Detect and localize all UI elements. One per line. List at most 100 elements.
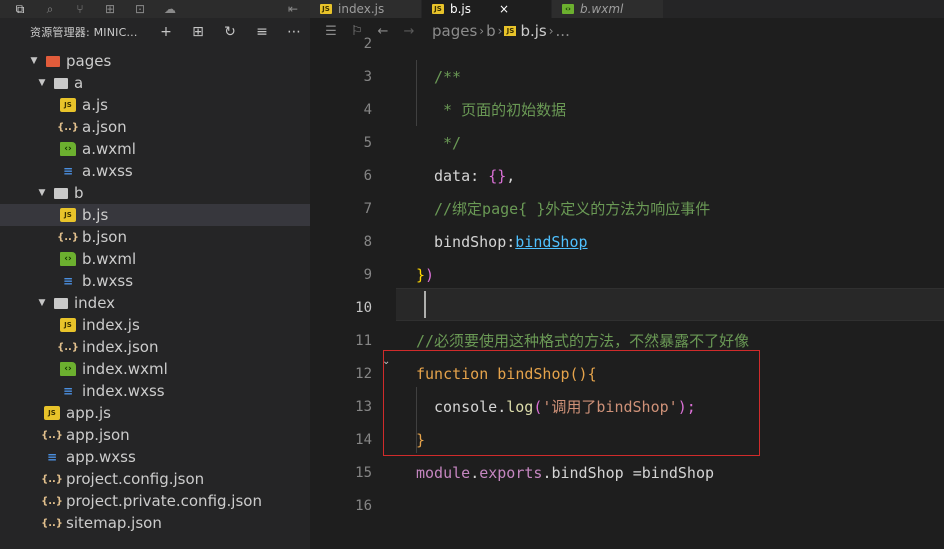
tab-label: index.js <box>338 2 385 16</box>
code-token: //必须要使用这种格式的方法，不然暴露不了好像 <box>416 332 750 350</box>
tree-item-label: index.json <box>82 338 159 356</box>
activity-bar: ⧉ ⌕ ⑂ ⊞ ⊡ ☁ ⇤ <box>0 0 310 18</box>
close-icon[interactable]: × <box>499 2 509 16</box>
code-line: //绑定page{ }外定义的方法为响应事件 <box>434 193 710 226</box>
json-file-icon: {..} <box>57 121 79 133</box>
collapse-icon[interactable]: ≡ <box>246 24 278 40</box>
search-icon[interactable]: ⌕ <box>40 0 60 18</box>
tree-item-app-wxss[interactable]: ≡ app.wxss <box>0 446 310 468</box>
tree-item-b-js[interactable]: JS b.js <box>0 204 310 226</box>
tree-item-a-wxml[interactable]: ‹› a.wxml <box>0 138 310 160</box>
code-line: data: {}, <box>434 160 515 193</box>
chevron-down-icon[interactable]: ▼ <box>36 188 48 198</box>
tree-item-label: a <box>74 74 84 92</box>
json-file-icon: {..} <box>41 495 63 507</box>
chevron-down-icon[interactable]: ▼ <box>28 56 40 66</box>
chevron-right-icon: › <box>548 24 554 38</box>
tree-item-a-wxss[interactable]: ≡ a.wxss <box>0 160 310 182</box>
wxss-file-icon: ≡ <box>62 274 74 288</box>
debug-icon[interactable]: ⊡ <box>130 0 150 18</box>
back-icon[interactable]: ← <box>370 24 396 39</box>
code-line: module.exports.bindShop =bindShop <box>416 457 714 490</box>
tree-item-b-json[interactable]: {..} b.json <box>0 226 310 248</box>
extensions-icon[interactable]: ⊞ <box>100 0 120 18</box>
tree-item-index[interactable]: ▼ index <box>0 292 310 314</box>
chevron-down-icon[interactable]: ▼ <box>36 298 48 308</box>
line-number: 7 <box>363 201 372 217</box>
line-number: 5 <box>363 135 372 151</box>
code-editor[interactable]: /** * 页面的初始数据 */ data: {}, //绑定page{ }外定义的… <box>310 36 944 549</box>
line-number: 15 <box>355 465 372 481</box>
breadcrumb-b[interactable]: b <box>486 22 496 40</box>
code-token: } <box>416 266 426 284</box>
tree-item-pages[interactable]: ▼ pages <box>0 50 310 72</box>
more-icon[interactable]: ⋯ <box>278 24 310 40</box>
tree-item-b[interactable]: ▼ b <box>0 182 310 204</box>
new-file-icon[interactable]: + <box>150 24 182 40</box>
tree-item-b-wxml[interactable]: ‹› b.wxml <box>0 248 310 270</box>
js-file-icon: JS <box>60 208 76 222</box>
tree-item-a-json[interactable]: {..} a.json <box>0 116 310 138</box>
code-token: , <box>506 167 516 185</box>
line-number: 8 <box>363 234 372 250</box>
code-token: bindShop <box>434 233 507 251</box>
tree-item-project-config-json[interactable]: {..} project.config.json <box>0 468 310 490</box>
forward-icon[interactable]: → <box>396 24 422 39</box>
line-number: 13 <box>355 399 372 415</box>
tab-b-wxml[interactable]: ‹› b.wxml <box>552 0 664 18</box>
chevron-right-icon: › <box>497 24 503 38</box>
tab-index-js[interactable]: JS index.js <box>310 0 422 18</box>
line-number: 9 <box>363 267 372 283</box>
breadcrumb: ☰ ⚐ ← → pages › b › JS b.js › ... <box>310 18 944 44</box>
tree-item-index-wxss[interactable]: ≡ index.wxss <box>0 380 310 402</box>
tree-item-label: project.private.config.json <box>66 492 262 510</box>
tree-item-b-wxss[interactable]: ≡ b.wxss <box>0 270 310 292</box>
code-token: /** <box>434 68 462 86</box>
tree-item-label: b.js <box>82 206 109 224</box>
source-control-icon[interactable]: ⑂ <box>70 0 90 18</box>
wxml-file-icon: ‹› <box>60 142 76 156</box>
tree-item-index-json[interactable]: {..} index.json <box>0 336 310 358</box>
new-folder-icon[interactable]: ⊞ <box>182 24 214 40</box>
files-icon[interactable]: ⧉ <box>10 0 30 18</box>
tree-item-label: b <box>74 184 84 202</box>
breadcrumb-pages[interactable]: pages <box>432 22 477 40</box>
json-file-icon: {..} <box>41 429 63 441</box>
json-file-icon: {..} <box>57 231 79 243</box>
code-token: .bindShop =bindShop <box>542 464 715 482</box>
tree-item-index-js[interactable]: JS index.js <box>0 314 310 336</box>
js-file-icon: JS <box>60 98 76 112</box>
tree-item-a[interactable]: ▼ a <box>0 72 310 94</box>
code-line: /** <box>434 61 461 94</box>
tree-item-index-wxml[interactable]: ‹› index.wxml <box>0 358 310 380</box>
json-file-icon: {..} <box>57 341 79 353</box>
tree-item-app-json[interactable]: {..} app.json <box>0 424 310 446</box>
tree-item-label: b.wxss <box>82 272 134 290</box>
wxml-file-icon: ‹› <box>562 4 574 14</box>
tab-b-js[interactable]: JS b.js × <box>422 0 552 18</box>
tree-item-label: index.wxss <box>82 382 165 400</box>
annotation-highlight-box <box>383 350 760 456</box>
tree-item-label: a.wxss <box>82 162 133 180</box>
cloud-icon[interactable]: ☁ <box>160 0 180 18</box>
line-number: 14 <box>355 432 372 448</box>
tree-item-label: a.js <box>82 96 108 114</box>
line-number: 2 <box>363 36 372 52</box>
breadcrumb-trail[interactable]: ... <box>556 22 570 40</box>
code-token: : <box>470 167 489 185</box>
tree-item-a-js[interactable]: JS a.js <box>0 94 310 116</box>
text-cursor <box>424 291 426 318</box>
chevron-down-icon[interactable]: ▼ <box>36 78 48 88</box>
code-token: exports <box>479 464 543 482</box>
tree-item-sitemap-json[interactable]: {..} sitemap.json <box>0 512 310 534</box>
js-file-icon: JS <box>432 4 444 14</box>
line-number: 3 <box>363 69 372 85</box>
line-number: 10 <box>355 300 372 316</box>
refresh-icon[interactable]: ↻ <box>214 24 246 40</box>
tree-item-app-js[interactable]: JS app.js <box>0 402 310 424</box>
tree-item-label: index.js <box>82 316 140 334</box>
tree-item-project-private-config-json[interactable]: {..} project.private.config.json <box>0 490 310 512</box>
breadcrumb-file[interactable]: JS b.js <box>504 22 547 40</box>
tree-item-label: app.wxss <box>66 448 136 466</box>
split-icon[interactable]: ⇤ <box>284 0 302 18</box>
